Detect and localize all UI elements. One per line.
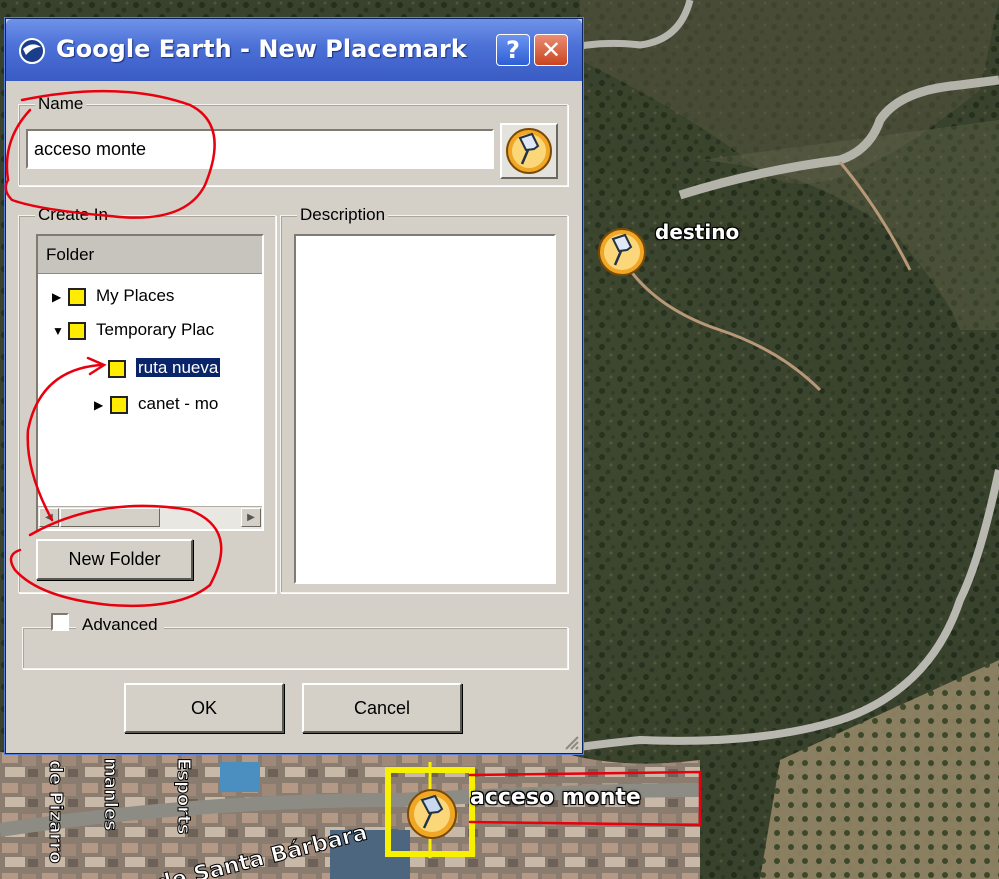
cancel-button[interactable]: Cancel bbox=[302, 683, 462, 733]
folder-icon bbox=[110, 395, 128, 414]
horizontal-scrollbar[interactable]: ◀ ▶ bbox=[38, 506, 262, 529]
tree-item-my-places[interactable]: ▶ My Places bbox=[52, 282, 174, 310]
create-in-label: Create In bbox=[35, 205, 111, 225]
scroll-thumb[interactable] bbox=[60, 508, 160, 527]
advanced-checkbox[interactable] bbox=[51, 613, 69, 631]
ok-button[interactable]: OK bbox=[124, 683, 284, 733]
folder-tree[interactable]: Folder ▶ My Places ▼ Temporary Plac ruta n… bbox=[36, 234, 264, 531]
tree-item-ruta-nueva[interactable]: ruta nueva bbox=[108, 354, 221, 382]
expand-arrow-icon[interactable]: ▶ bbox=[52, 283, 68, 311]
expand-arrow-icon[interactable]: ▶ bbox=[94, 391, 110, 419]
tree-item-temporary-places[interactable]: ▼ Temporary Plac bbox=[52, 316, 214, 344]
help-button[interactable]: ? bbox=[496, 34, 530, 66]
tree-item-canet[interactable]: ▶ canet - mo bbox=[94, 390, 218, 418]
placemark-icon-button[interactable] bbox=[500, 123, 558, 179]
folder-icon bbox=[68, 321, 86, 340]
acceso-monte-pushpin-icon[interactable] bbox=[384, 762, 480, 858]
collapse-arrow-icon[interactable]: ▼ bbox=[52, 317, 68, 345]
new-placemark-dialog: Google Earth - New Placemark ? ✕ Name ac… bbox=[5, 18, 583, 754]
folder-icon bbox=[108, 359, 126, 378]
description-textarea[interactable] bbox=[294, 234, 556, 584]
title-bar[interactable]: Google Earth - New Placemark ? ✕ bbox=[6, 19, 582, 81]
tree-item-label: Temporary Plac bbox=[96, 320, 215, 339]
tree-item-label: canet - mo bbox=[138, 394, 219, 413]
google-earth-icon bbox=[19, 38, 45, 64]
scroll-left-icon[interactable]: ◀ bbox=[39, 508, 59, 527]
destino-label: destino bbox=[655, 220, 740, 244]
destino-pushpin-icon[interactable] bbox=[595, 225, 649, 279]
folder-column-header[interactable]: Folder bbox=[38, 236, 262, 274]
dialog-title: Google Earth - New Placemark bbox=[56, 35, 467, 63]
pushpin-icon bbox=[506, 128, 552, 174]
tree-item-label-selected: ruta nueva bbox=[136, 358, 221, 377]
street-label-esports: Esports bbox=[173, 758, 194, 834]
name-input[interactable]: acceso monte bbox=[26, 129, 494, 169]
tree-item-label: My Places bbox=[96, 286, 175, 305]
scroll-right-icon[interactable]: ▶ bbox=[241, 508, 261, 527]
close-button[interactable]: ✕ bbox=[534, 34, 568, 66]
resize-grip-icon[interactable] bbox=[562, 733, 580, 751]
name-label: Name bbox=[35, 94, 87, 114]
street-label-manles: manles bbox=[100, 758, 121, 831]
advanced-label[interactable]: Advanced bbox=[76, 615, 164, 635]
acceso-monte-label: acceso monte bbox=[470, 785, 641, 810]
description-label: Description bbox=[297, 205, 389, 225]
street-label-pizarro: de Pizarro bbox=[45, 760, 66, 863]
folder-icon bbox=[68, 287, 86, 306]
new-folder-button[interactable]: New Folder bbox=[36, 539, 193, 580]
